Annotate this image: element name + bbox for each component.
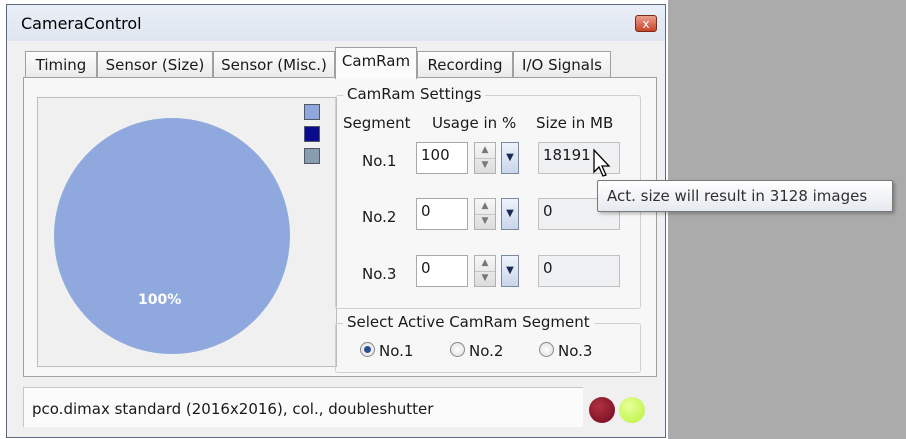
segment-3-usage-input[interactable]: 0 (416, 255, 468, 287)
legend-swatch-segment-2 (304, 126, 320, 142)
radio-unchecked-icon[interactable] (539, 342, 554, 357)
segment-3-usage-spinner[interactable]: ▲ ▼ (474, 255, 496, 287)
spin-down-icon[interactable]: ▼ (475, 271, 495, 286)
spin-down-icon[interactable]: ▼ (475, 158, 495, 173)
spin-up-icon[interactable]: ▲ (475, 199, 495, 215)
legend-swatch-segment-3 (304, 148, 320, 164)
radio-segment-1-label: No.1 (379, 342, 414, 360)
segment-1-usage-spinner[interactable]: ▲ ▼ (474, 142, 496, 174)
chevron-down-icon: ▼ (506, 152, 514, 163)
segment-2-usage-input[interactable]: 0 (416, 198, 468, 230)
active-segment-title: Select Active CamRam Segment (343, 313, 594, 331)
tab-io-signals[interactable]: I/O Signals (513, 51, 611, 78)
camram-usage-pie-chart: 100% (37, 97, 337, 367)
segment-1-dropdown-button[interactable]: ▼ (501, 142, 519, 174)
close-icon: x (642, 17, 650, 31)
status-bar: pco.dimax standard (2016x2016), col., do… (23, 387, 583, 427)
camera-control-window: CameraControl x Timing Sensor (Size) Sen… (6, 4, 666, 438)
spin-up-icon[interactable]: ▲ (475, 143, 495, 159)
segment-2-usage-spinner[interactable]: ▲ ▼ (474, 198, 496, 230)
tab-recording[interactable]: Recording (417, 51, 513, 78)
segment-2-label: No.2 (362, 208, 397, 226)
radio-checked-icon[interactable] (360, 342, 375, 357)
close-button[interactable]: x (635, 15, 657, 32)
camram-settings-title: CamRam Settings (343, 85, 486, 103)
segment-1-usage-input[interactable]: 100 (416, 142, 468, 174)
radio-unchecked-icon[interactable] (450, 342, 465, 357)
header-size: Size in MB (536, 114, 614, 132)
tab-timing[interactable]: Timing (25, 51, 97, 78)
pie-slice-segment-1 (54, 118, 290, 354)
size-tooltip: Act. size will result in 3128 images (597, 180, 893, 212)
radio-segment-2-label: No.2 (469, 342, 504, 360)
status-text: pco.dimax standard (2016x2016), col., do… (32, 400, 434, 418)
radio-segment-1[interactable]: No.1 (360, 342, 413, 362)
spin-up-icon[interactable]: ▲ (475, 256, 495, 272)
pie-percent-label: 100% (138, 292, 182, 308)
segment-3-label: No.3 (362, 265, 397, 283)
header-segment: Segment (343, 114, 411, 132)
segment-2-dropdown-button[interactable]: ▼ (501, 198, 519, 230)
title-bar[interactable]: CameraControl x (7, 5, 665, 41)
tab-camram[interactable]: CamRam (335, 47, 417, 79)
status-led-red (589, 397, 615, 423)
chevron-down-icon: ▼ (506, 208, 514, 219)
chevron-down-icon: ▼ (506, 265, 514, 276)
radio-segment-3[interactable]: No.3 (539, 342, 592, 362)
radio-segment-2[interactable]: No.2 (450, 342, 503, 362)
status-led-green (619, 397, 645, 423)
pie-svg (54, 118, 290, 354)
segment-3-size-field: 0 (538, 255, 620, 287)
radio-segment-3-label: No.3 (558, 342, 593, 360)
header-usage: Usage in % (432, 114, 517, 132)
legend-swatch-segment-1 (304, 104, 320, 120)
tab-sensor-size[interactable]: Sensor (Size) (97, 51, 213, 78)
spin-down-icon[interactable]: ▼ (475, 214, 495, 229)
segment-3-dropdown-button[interactable]: ▼ (501, 255, 519, 287)
mouse-pointer-icon (593, 148, 611, 177)
segment-1-label: No.1 (362, 152, 397, 170)
window-title: CameraControl (21, 14, 142, 33)
desktop-background (668, 0, 906, 439)
tab-sensor-misc[interactable]: Sensor (Misc.) (213, 51, 335, 78)
